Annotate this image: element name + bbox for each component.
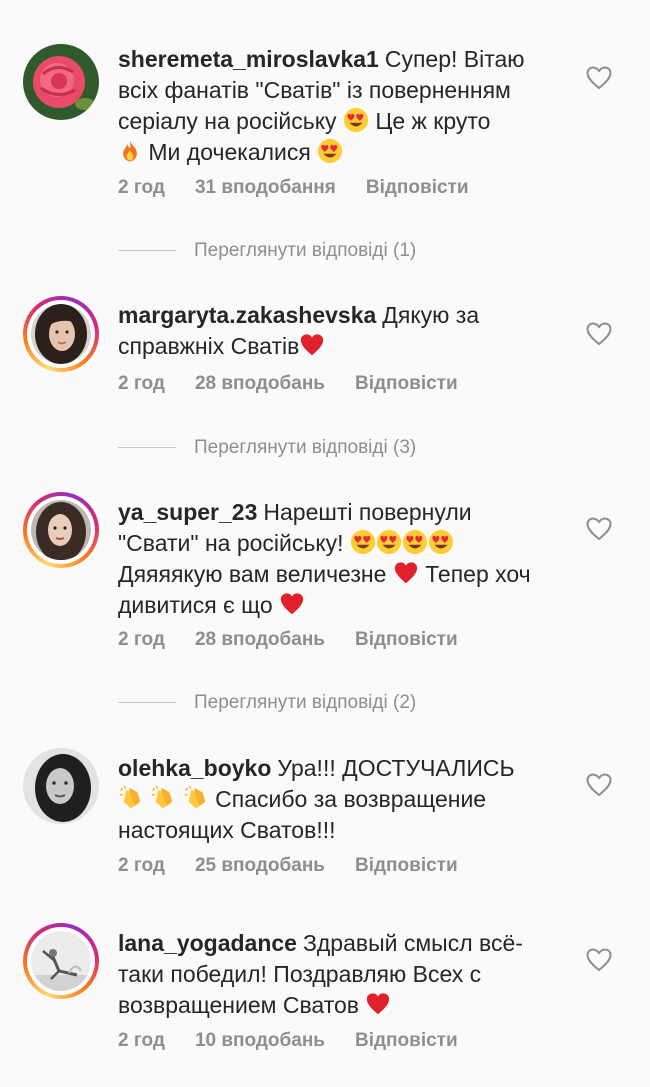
comment-meta: 2 год 31 вподобання Відповісти (118, 177, 499, 199)
avatar[interactable] (23, 296, 99, 372)
view-replies-button[interactable]: Переглянути відповіді (1) (118, 240, 416, 262)
comment-text: margaryta.zakashevska Дякую за справжніх … (118, 302, 480, 359)
comment-time: 2 год (118, 1030, 165, 1051)
likes-count[interactable]: 31 вподобання (195, 177, 336, 198)
red-heart-emoji-icon (301, 334, 324, 356)
comment-time: 2 год (118, 177, 165, 198)
divider-line (118, 250, 176, 252)
comment-meta: 2 год 25 вподобань Відповісти (118, 855, 488, 877)
like-heart-icon[interactable] (586, 948, 612, 972)
comment-meta: 2 год 28 вподобань Відповісти (118, 373, 488, 395)
comment-time: 2 год (118, 373, 165, 394)
comment-text: ya_super_23 Нарешті повернули "Свати" на … (118, 499, 531, 618)
comment-meta: 2 год 28 вподобань Відповісти (118, 629, 488, 651)
reply-button[interactable]: Відповісти (355, 855, 458, 876)
heart-eyes-emoji-icon (318, 138, 343, 164)
clapping-hands-emoji-icon (183, 785, 206, 809)
username[interactable]: margaryta.zakashevska (118, 302, 376, 328)
comment-text: lana_yogadance Здравый смысл всё-таки поб… (118, 930, 523, 1018)
heart-eyes-emoji-icon (402, 529, 428, 555)
reply-button[interactable]: Відповісти (355, 373, 458, 394)
like-heart-icon[interactable] (586, 66, 612, 90)
avatar[interactable] (23, 492, 99, 568)
red-heart-emoji-icon (367, 993, 390, 1015)
username[interactable]: lana_yogadance (118, 930, 297, 956)
red-heart-emoji-icon (280, 593, 304, 615)
fire-emoji-icon (123, 140, 137, 162)
like-heart-icon[interactable] (586, 517, 612, 541)
clapping-hands-emoji-icon (119, 785, 141, 809)
comment-time: 2 год (118, 855, 165, 876)
avatar[interactable] (23, 748, 99, 824)
clapping-hands-emoji-icon (151, 785, 174, 809)
likes-count[interactable]: 10 вподобань (195, 1030, 325, 1051)
heart-eyes-emoji-icon (428, 529, 454, 555)
heart-eyes-emoji-icon (376, 529, 402, 555)
username[interactable]: olehka_boyko (118, 755, 271, 781)
username[interactable]: sheremeta_miroslavka1 (118, 46, 379, 72)
red-heart-emoji-icon (394, 562, 417, 584)
like-heart-icon[interactable] (586, 322, 612, 346)
likes-count[interactable]: 25 вподобань (195, 855, 325, 876)
like-heart-icon[interactable] (586, 773, 612, 797)
reply-button[interactable]: Відповісти (355, 1030, 458, 1051)
comment-text: sheremeta_miroslavka1 Супер! Вітаю всіх ф… (118, 46, 525, 165)
view-replies-button[interactable]: Переглянути відповіді (3) (118, 437, 416, 459)
reply-button[interactable]: Відповісти (366, 177, 469, 198)
comment-text: olehka_boyko Ура!!! ДОСТУЧАЛИСЬ Спасибо з… (118, 755, 515, 843)
likes-count[interactable]: 28 вподобань (195, 373, 325, 394)
comment-time: 2 год (118, 629, 165, 650)
divider-line (118, 702, 176, 704)
heart-eyes-emoji-icon (350, 529, 376, 555)
reply-button[interactable]: Відповісти (355, 629, 458, 650)
likes-count[interactable]: 28 вподобань (195, 629, 325, 650)
username[interactable]: ya_super_23 (118, 499, 257, 525)
comment-meta: 2 год 10 вподобань Відповісти (118, 1030, 488, 1052)
avatar[interactable] (23, 923, 99, 999)
view-replies-button[interactable]: Переглянути відповіді (2) (118, 692, 416, 714)
heart-eyes-emoji-icon (343, 107, 368, 133)
avatar[interactable] (23, 44, 99, 120)
divider-line (118, 447, 176, 449)
